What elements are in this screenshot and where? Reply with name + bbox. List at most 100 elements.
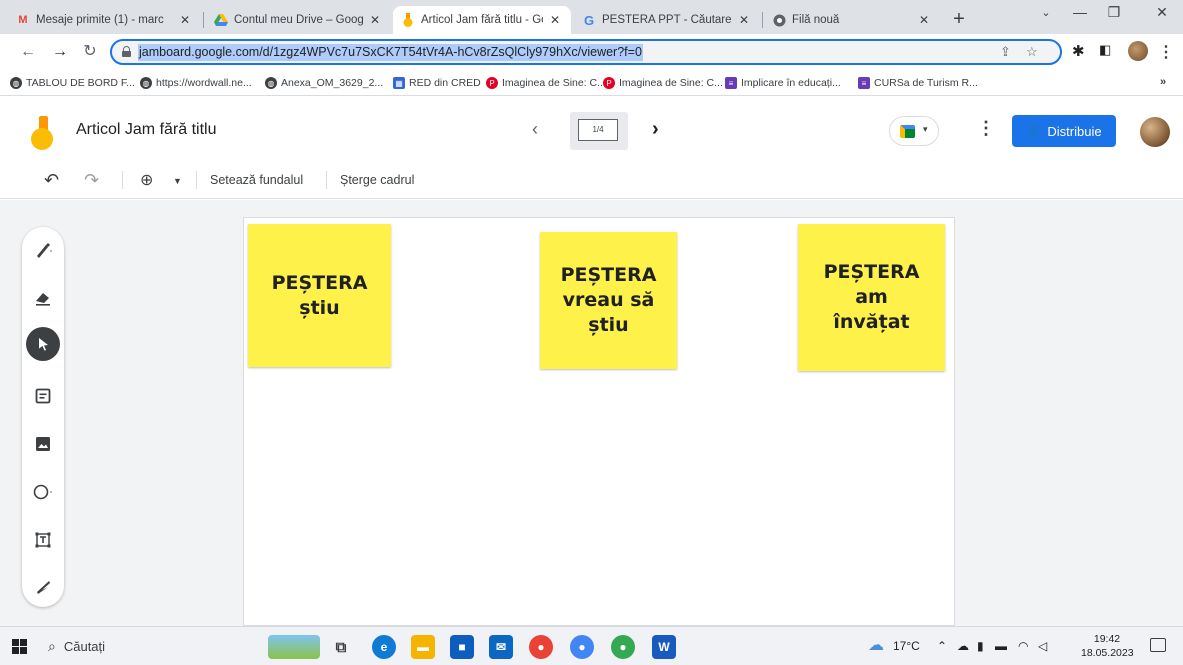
lock-icon[interactable] [122,46,131,57]
chevron-down-icon[interactable]: ▼ [173,176,182,186]
url-text[interactable]: jamboard.google.com/d/1zgz4WPVc7u7SxCK7T… [138,44,643,61]
weather-temperature[interactable]: 17°C [893,639,920,653]
sticky-note[interactable]: PEȘTERA am învățat [798,224,945,371]
volume-icon[interactable]: ◁ [1038,639,1047,653]
file-explorer-icon[interactable]: ▬ [411,635,435,659]
close-icon[interactable]: ✕ [177,13,193,27]
clear-frame-button[interactable]: Șterge cadrul [340,173,414,187]
chrome-icon [772,13,786,27]
previous-frame-icon[interactable]: ‹ [532,119,538,140]
extensions-icon[interactable]: ✱ [1072,42,1085,60]
close-icon[interactable]: ✕ [916,13,932,27]
bookmark-item[interactable]: P Imaginea de Sine: C... [486,75,606,91]
bookmark-star-icon[interactable]: ☆ [1026,44,1038,60]
close-window-icon[interactable]: ✕ [1152,4,1172,21]
meet-button[interactable]: ▾ [889,116,939,146]
close-icon[interactable]: ✕ [547,13,563,27]
meet-camera-icon [900,125,915,138]
word-icon[interactable]: W [652,635,676,659]
redo-icon[interactable]: ↷ [84,170,99,191]
bookmark-item[interactable]: ◍ https://wordwall.ne... [140,75,252,91]
new-tab-button[interactable]: + [948,8,970,30]
chevron-up-icon[interactable]: ⌃ [937,639,947,653]
side-panel-icon[interactable]: ◧ [1099,42,1111,58]
battery-icon[interactable]: ▬ [995,639,1007,653]
browser-menu-icon[interactable]: ⋮ [1158,42,1174,62]
select-icon[interactable] [26,327,60,361]
close-icon[interactable]: ✕ [736,13,752,27]
text-box-icon[interactable] [26,523,60,557]
news-widget-icon[interactable] [268,635,320,659]
globe-icon: ◍ [140,77,152,89]
address-bar[interactable]: jamboard.google.com/d/1zgz4WPVc7u7SxCK7T… [110,39,1062,65]
calendar-icon: ▦ [393,77,405,89]
profile-avatar[interactable] [1128,41,1148,61]
bookmarks-bar: ◍ TABLOU DE BORD F... ◍ https://wordwall… [0,70,1183,96]
weather-icon[interactable]: ☁ [868,635,884,655]
sticky-note[interactable]: PEȘTERA vreau să știu [540,232,677,369]
chrome-icon[interactable]: ● [611,635,635,659]
bookmark-item[interactable]: ≡ Implicare în educați... [725,75,841,91]
microphone-icon[interactable]: ▮ [977,639,984,653]
circle-icon[interactable] [26,475,60,509]
image-icon[interactable] [26,427,60,461]
bookmarks-overflow[interactable]: » [1160,76,1166,88]
chrome-profile-icon[interactable]: ● [529,635,553,659]
sticky-note[interactable]: PEȘTERA știu [248,224,391,367]
mail-icon[interactable]: ✉ [489,635,513,659]
toolbar-divider [326,171,327,189]
store-icon[interactable]: ■ [450,635,474,659]
minimize-icon[interactable]: — [1070,4,1090,20]
frame-indicator: 1/4 [592,125,604,134]
eraser-icon[interactable] [26,281,60,315]
share-button[interactable]: 👤 Distribuie [1012,115,1116,147]
restore-icon[interactable]: ❐ [1104,4,1124,21]
chrome-icon[interactable]: ● [570,635,594,659]
tab-google-search[interactable]: G PESTERA PPT - Căutare G ✕ [574,6,760,34]
sticky-note-icon[interactable] [26,379,60,413]
share-button-label: Distribuie [1047,123,1102,139]
set-background-button[interactable]: Setează fundalul [210,173,303,187]
undo-icon[interactable]: ↶ [44,170,59,191]
system-clock[interactable]: 19:42 18.05.2023 [1081,632,1134,660]
jam-canvas[interactable]: PEȘTERA știu PEȘTERA vreau să știu PEȘTE… [243,217,955,626]
next-frame-icon[interactable]: › [652,118,659,141]
tab-new-tab[interactable]: Filă nouă ✕ [764,6,940,34]
laser-icon[interactable] [26,569,60,603]
notifications-icon[interactable] [1150,638,1166,652]
windows-start-icon[interactable] [12,639,27,654]
back-icon[interactable]: ← [18,42,38,62]
close-icon[interactable]: ✕ [367,13,383,27]
tab-drive[interactable]: Contul meu Drive – Goog ✕ [206,6,391,34]
reload-icon[interactable]: ↻ [80,42,100,62]
account-avatar[interactable] [1140,117,1170,147]
google-icon: G [583,12,595,28]
windows-taskbar: ⌕ Căutați ⧉ e ▬ ■ ✉ ● ● ● W ☁ 17°C ⌃ ☁ ▮… [0,626,1183,665]
frame-bar-button[interactable]: 1/4 [570,112,628,150]
bookmark-label: Imaginea de Sine: C... [502,77,606,89]
tab-search-icon[interactable]: ⌄ [1036,6,1056,19]
document-title[interactable]: Articol Jam fără titlu [76,121,216,139]
forward-icon[interactable]: → [50,42,70,62]
tab-jamboard[interactable]: Articol Jam fără titlu - Go ✕ [393,6,571,34]
task-view-icon[interactable]: ⧉ [329,635,353,659]
taskbar-search[interactable]: ⌕ Căutați [48,635,105,657]
bookmark-item[interactable]: ▦ RED din CRED [393,75,481,91]
share-page-icon[interactable]: ⇪ [1000,44,1011,60]
forms-icon: ≡ [725,77,737,89]
tab-gmail[interactable]: M Mesaje primite (1) - marc ✕ [8,6,201,34]
jamboard-logo-icon[interactable] [31,116,53,150]
more-options-icon[interactable]: ⋮ [977,118,995,139]
bookmark-item[interactable]: ◍ Anexa_OM_3629_2... [265,75,383,91]
bookmark-item[interactable]: ≡ CURSa de Turism R... [858,75,978,91]
browser-tab-strip: M Mesaje primite (1) - marc ✕ Contul meu… [0,0,1183,34]
tab-separator [762,12,763,28]
bookmark-label: TABLOU DE BORD F... [26,77,135,89]
wifi-icon[interactable]: ◠ [1018,639,1028,653]
zoom-in-icon[interactable]: ⊕ [140,170,153,190]
edge-icon[interactable]: e [372,635,396,659]
bookmark-item[interactable]: P Imaginea de Sine: C... [603,75,723,91]
onedrive-icon[interactable]: ☁ [957,639,969,653]
pen-icon[interactable] [26,233,60,267]
bookmark-item[interactable]: ◍ TABLOU DE BORD F... [10,75,135,91]
